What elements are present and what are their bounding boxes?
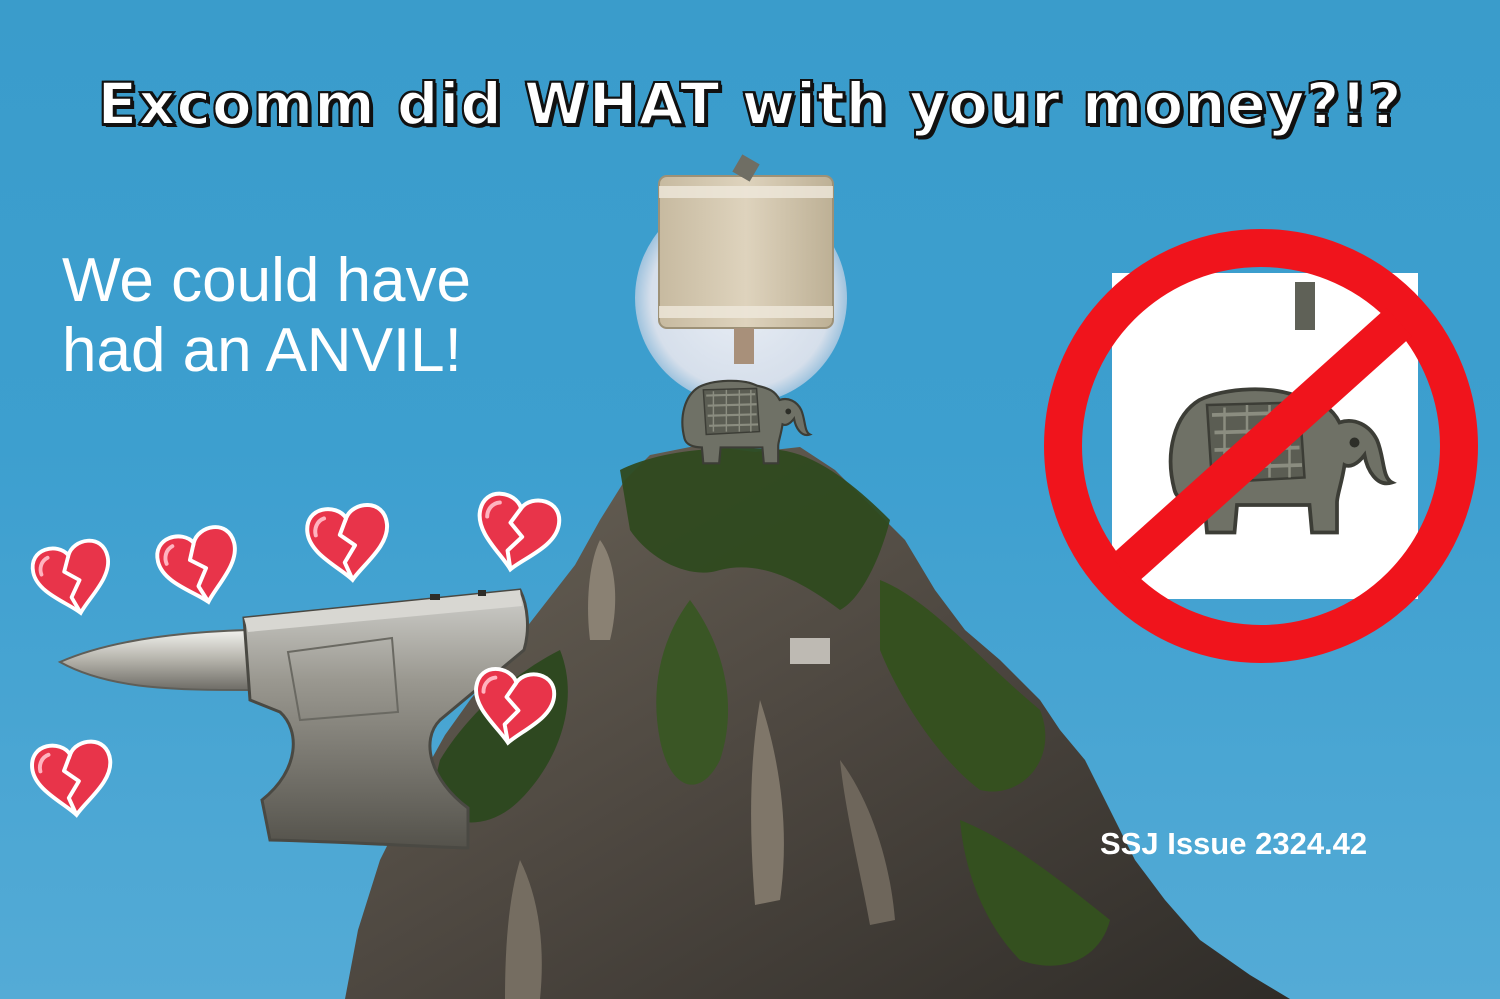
subtext-line-1: We could have xyxy=(62,246,471,315)
subtext: We could have had an ANVIL! xyxy=(62,246,582,386)
headline: Excomm did WHAT with your money?!? xyxy=(97,69,1403,139)
issue-label: SSJ Issue 2324.42 xyxy=(1100,826,1368,861)
prohibition-sign-icon xyxy=(1044,229,1478,663)
elephant-lamp xyxy=(658,154,834,465)
poster: Excomm did WHAT with your money?!? We co… xyxy=(0,0,1500,999)
subtext-line-2: had an ANVIL! xyxy=(62,316,462,385)
